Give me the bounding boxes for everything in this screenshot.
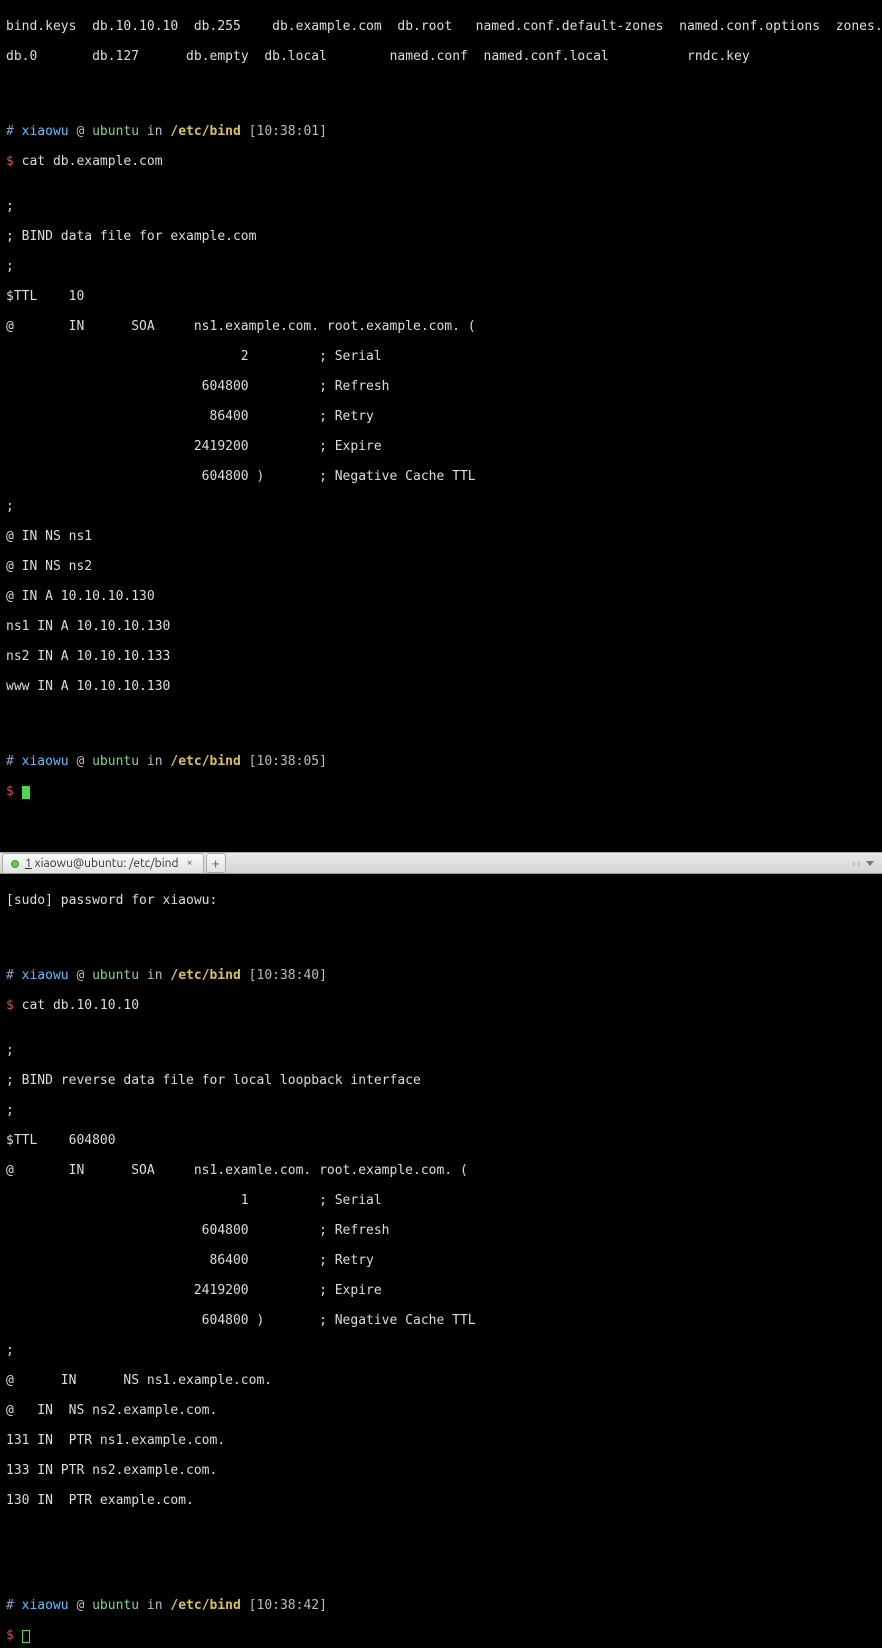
file-output-line: 130 IN PTR example.com.: [6, 1493, 876, 1508]
file-output-line: 604800 ; Refresh: [6, 1223, 876, 1238]
terminal-tab-bar: 1 xiaowu@ubuntu: /etc/bind × + ‹ ›: [0, 852, 882, 874]
file-output-line: ns2 IN A 10.10.10.133: [6, 649, 876, 664]
blank-line: [6, 724, 876, 739]
file-output-line: 86400 ; Retry: [6, 1253, 876, 1268]
file-output-line: @ IN A 10.10.10.130: [6, 589, 876, 604]
file-output-line: 604800 ; Refresh: [6, 379, 876, 394]
file-output-line: ;: [6, 1103, 876, 1118]
prompt-line-2: # xiaowu @ ubuntu in /etc/bind [10:38:42…: [6, 1598, 876, 1613]
file-output-line: ;: [6, 199, 876, 214]
close-tab-button[interactable]: ×: [185, 856, 195, 871]
file-output-line: @ IN NS ns1.example.com.: [6, 1373, 876, 1388]
command-line-1: $ cat db.10.10.10: [6, 998, 876, 1013]
file-output-line: @ IN SOA ns1.examle.com. root.example.co…: [6, 1163, 876, 1178]
sudo-prompt: [sudo] password for xiaowu:: [6, 893, 876, 908]
file-output-line: $TTL 10: [6, 289, 876, 304]
file-output-line: ns1 IN A 10.10.10.130: [6, 619, 876, 634]
file-output-line: @ IN NS ns2: [6, 559, 876, 574]
command-line-2[interactable]: $: [6, 1628, 876, 1643]
file-output-line: @ IN NS ns1: [6, 529, 876, 544]
prompt-line-1: # xiaowu @ ubuntu in /etc/bind [10:38:40…: [6, 968, 876, 983]
file-output-line: 2419200 ; Expire: [6, 1283, 876, 1298]
blank-line: [6, 1568, 876, 1583]
terminal-tab-active[interactable]: 1 xiaowu@ubuntu: /etc/bind ×: [2, 853, 204, 873]
file-output-line: ; BIND data file for example.com: [6, 229, 876, 244]
blank-line: [6, 79, 876, 94]
command-line-1: $ cat db.example.com: [6, 154, 876, 169]
tab-title: 1 xiaowu@ubuntu: /etc/bind: [25, 856, 179, 871]
blank-line: [6, 814, 876, 829]
file-output-line: $TTL 604800: [6, 1133, 876, 1148]
tab-status-icon: [11, 860, 19, 868]
tab-menu-icon[interactable]: [866, 861, 874, 866]
blank-line: [6, 1538, 876, 1553]
file-output-line: 131 IN PTR ns1.example.com.: [6, 1433, 876, 1448]
prompt-line-2: # xiaowu @ ubuntu in /etc/bind [10:38:05…: [6, 754, 876, 769]
file-output-line: 133 IN PTR ns2.example.com.: [6, 1463, 876, 1478]
cursor-icon: [22, 1630, 30, 1643]
ls-output-row2: db.0 db.127 db.empty db.local named.conf…: [6, 49, 876, 64]
tab-controls: ‹ ›: [852, 856, 880, 871]
prompt-line-1: # xiaowu @ ubuntu in /etc/bind [10:38:01…: [6, 124, 876, 139]
file-output-line: 604800 ) ; Negative Cache TTL: [6, 469, 876, 484]
command-line-2[interactable]: $: [6, 784, 876, 799]
terminal-pane-top[interactable]: bind.keys db.10.10.10 db.255 db.example.…: [0, 0, 882, 852]
file-output-line: @ IN NS ns2.example.com.: [6, 1403, 876, 1418]
file-output-line: 1 ; Serial: [6, 1193, 876, 1208]
blank-line: [6, 923, 876, 938]
file-output-line: 86400 ; Retry: [6, 409, 876, 424]
terminal-pane-bottom[interactable]: [sudo] password for xiaowu: # xiaowu @ u…: [0, 874, 882, 1648]
file-output-line: ;: [6, 1343, 876, 1358]
file-output-line: ;: [6, 499, 876, 514]
file-output-line: 2 ; Serial: [6, 349, 876, 364]
tab-scroll-right-icon[interactable]: ›: [857, 856, 860, 871]
file-output-line: 604800 ) ; Negative Cache TTL: [6, 1313, 876, 1328]
file-output-line: 2419200 ; Expire: [6, 439, 876, 454]
file-output-line: @ IN SOA ns1.example.com. root.example.c…: [6, 319, 876, 334]
cursor-icon: [22, 786, 30, 799]
file-output-line: ;: [6, 259, 876, 274]
file-output-line: www IN A 10.10.10.130: [6, 679, 876, 694]
file-output-line: ;: [6, 1043, 876, 1058]
ls-output-row1: bind.keys db.10.10.10 db.255 db.example.…: [6, 19, 876, 34]
file-output-line: ; BIND reverse data file for local loopb…: [6, 1073, 876, 1088]
new-tab-button[interactable]: +: [206, 853, 226, 873]
tab-scroll-left-icon[interactable]: ‹: [852, 856, 855, 871]
